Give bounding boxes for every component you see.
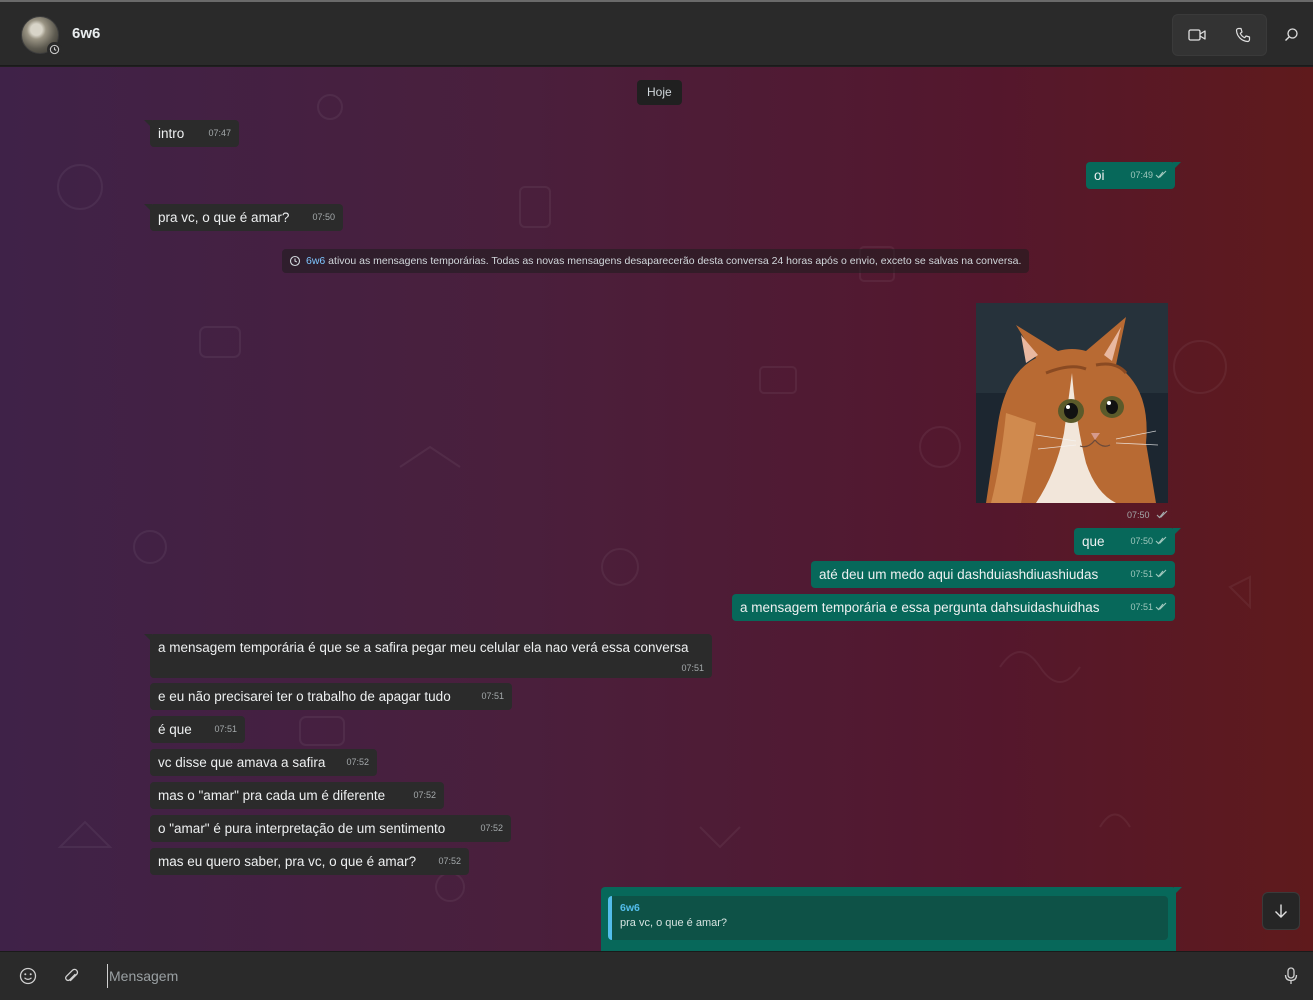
- message-time: 07:52: [480, 823, 503, 833]
- bubble-tail: [1173, 162, 1181, 170]
- message-text: é que: [158, 722, 192, 737]
- message-text: a mensagem temporária é que se a safira …: [158, 640, 689, 655]
- message-text: e eu não precisarei ter o trabalho de ap…: [158, 689, 451, 704]
- mic-icon[interactable]: [1278, 963, 1304, 989]
- message-incoming[interactable]: mas eu quero saber, pra vc, o que é amar…: [150, 848, 469, 875]
- message-incoming[interactable]: intro 07:47: [144, 120, 239, 147]
- message-incoming[interactable]: é que 07:51: [150, 716, 245, 743]
- arrow-down-icon: [1275, 904, 1287, 918]
- contact-name[interactable]: 6w6: [72, 25, 100, 42]
- system-message: 6w6 ativou as mensagens temporárias. Tod…: [282, 249, 1030, 273]
- message-incoming[interactable]: vc disse que amava a safira 07:52: [150, 749, 377, 776]
- read-receipt-icon: [1155, 170, 1167, 179]
- message-time: 07:52: [413, 790, 436, 800]
- attach-icon[interactable]: [58, 963, 84, 989]
- quoted-text: pra vc, o que é amar?: [620, 917, 728, 929]
- message-time: 07:52: [438, 856, 461, 866]
- message-text: até deu um medo aqui dashduiashdiuashiud…: [819, 567, 1099, 582]
- message-text: intro: [158, 126, 185, 141]
- bubble-tail: [144, 204, 152, 212]
- system-message-author[interactable]: 6w6: [306, 255, 325, 267]
- message-time: 07:49: [1130, 170, 1153, 180]
- message-time: 07:50: [1127, 510, 1150, 520]
- message-outgoing[interactable]: até deu um medo aqui dashduiashdiuashiud…: [811, 561, 1175, 588]
- message-incoming[interactable]: e eu não precisarei ter o trabalho de ap…: [150, 683, 512, 710]
- message-incoming[interactable]: pra vc, o que é amar? 07:50: [144, 204, 343, 231]
- message-outgoing[interactable]: oi 07:49: [1086, 162, 1181, 189]
- message-text: o "amar" é pura interpretação de um sent…: [158, 821, 446, 836]
- message-text: a mensagem temporária e essa pergunta da…: [740, 600, 1100, 615]
- message-time: 07:50: [312, 212, 335, 222]
- read-receipt-icon: [1156, 510, 1168, 519]
- message-outgoing[interactable]: que 07:50: [1074, 528, 1181, 555]
- system-message-text: ativou as mensagens temporárias. Todas a…: [325, 255, 1022, 267]
- video-call-icon[interactable]: [1177, 15, 1217, 55]
- message-time: 07:47: [208, 128, 231, 138]
- message-text: mas o "amar" pra cada um é diferente: [158, 788, 386, 803]
- voice-call-icon[interactable]: [1223, 15, 1263, 55]
- message-time: 07:51: [681, 663, 704, 673]
- message-time: 07:51: [214, 724, 237, 734]
- message-incoming[interactable]: a mensagem temporária é que se a safira …: [144, 634, 712, 678]
- timer-icon: [47, 42, 62, 57]
- read-receipt-icon: [1155, 569, 1167, 578]
- bubble-tail: [1174, 887, 1182, 895]
- message-outgoing[interactable]: a mensagem temporária e essa pergunta da…: [732, 594, 1175, 621]
- message-composer: [0, 951, 1313, 1000]
- read-receipt-icon: [1155, 602, 1167, 611]
- day-separator: Hoje: [637, 80, 682, 105]
- message-incoming[interactable]: mas o "amar" pra cada um é diferente 07:…: [150, 782, 444, 809]
- chat-area[interactable]: Hoje intro 07:47 oi 07:49 pra vc, o que …: [0, 67, 1313, 951]
- chat-header: 6w6: [0, 2, 1313, 66]
- cat-photo[interactable]: [976, 303, 1168, 503]
- message-input[interactable]: [107, 964, 1267, 988]
- message-time: 07:51: [481, 691, 504, 701]
- search-icon[interactable]: [1271, 14, 1311, 54]
- message-text: pra vc, o que é amar?: [158, 210, 290, 225]
- message-text: mas eu quero saber, pra vc, o que é amar…: [158, 854, 417, 869]
- message-text: oi: [1094, 168, 1105, 183]
- bubble-tail: [1173, 528, 1181, 536]
- message-incoming[interactable]: o "amar" é pura interpretação de um sent…: [150, 815, 511, 842]
- bubble-tail: [144, 634, 152, 642]
- message-text: vc disse que amava a safira: [158, 755, 326, 770]
- message-time: 07:51: [1130, 569, 1153, 579]
- scroll-to-bottom-button[interactable]: [1262, 892, 1300, 930]
- call-buttons-group: [1172, 14, 1267, 56]
- message-text: que: [1082, 534, 1105, 549]
- quoted-message[interactable]: 6w6 pra vc, o que é amar?: [608, 896, 1168, 940]
- timer-icon: [289, 255, 301, 267]
- emoji-icon[interactable]: [15, 963, 41, 989]
- message-time: 07:52: [346, 757, 369, 767]
- message-time: 07:51: [1130, 602, 1153, 612]
- read-receipt-icon: [1155, 536, 1167, 545]
- message-time: 07:50: [1130, 536, 1153, 546]
- quoted-author: 6w6: [620, 902, 640, 914]
- bubble-tail: [144, 120, 152, 128]
